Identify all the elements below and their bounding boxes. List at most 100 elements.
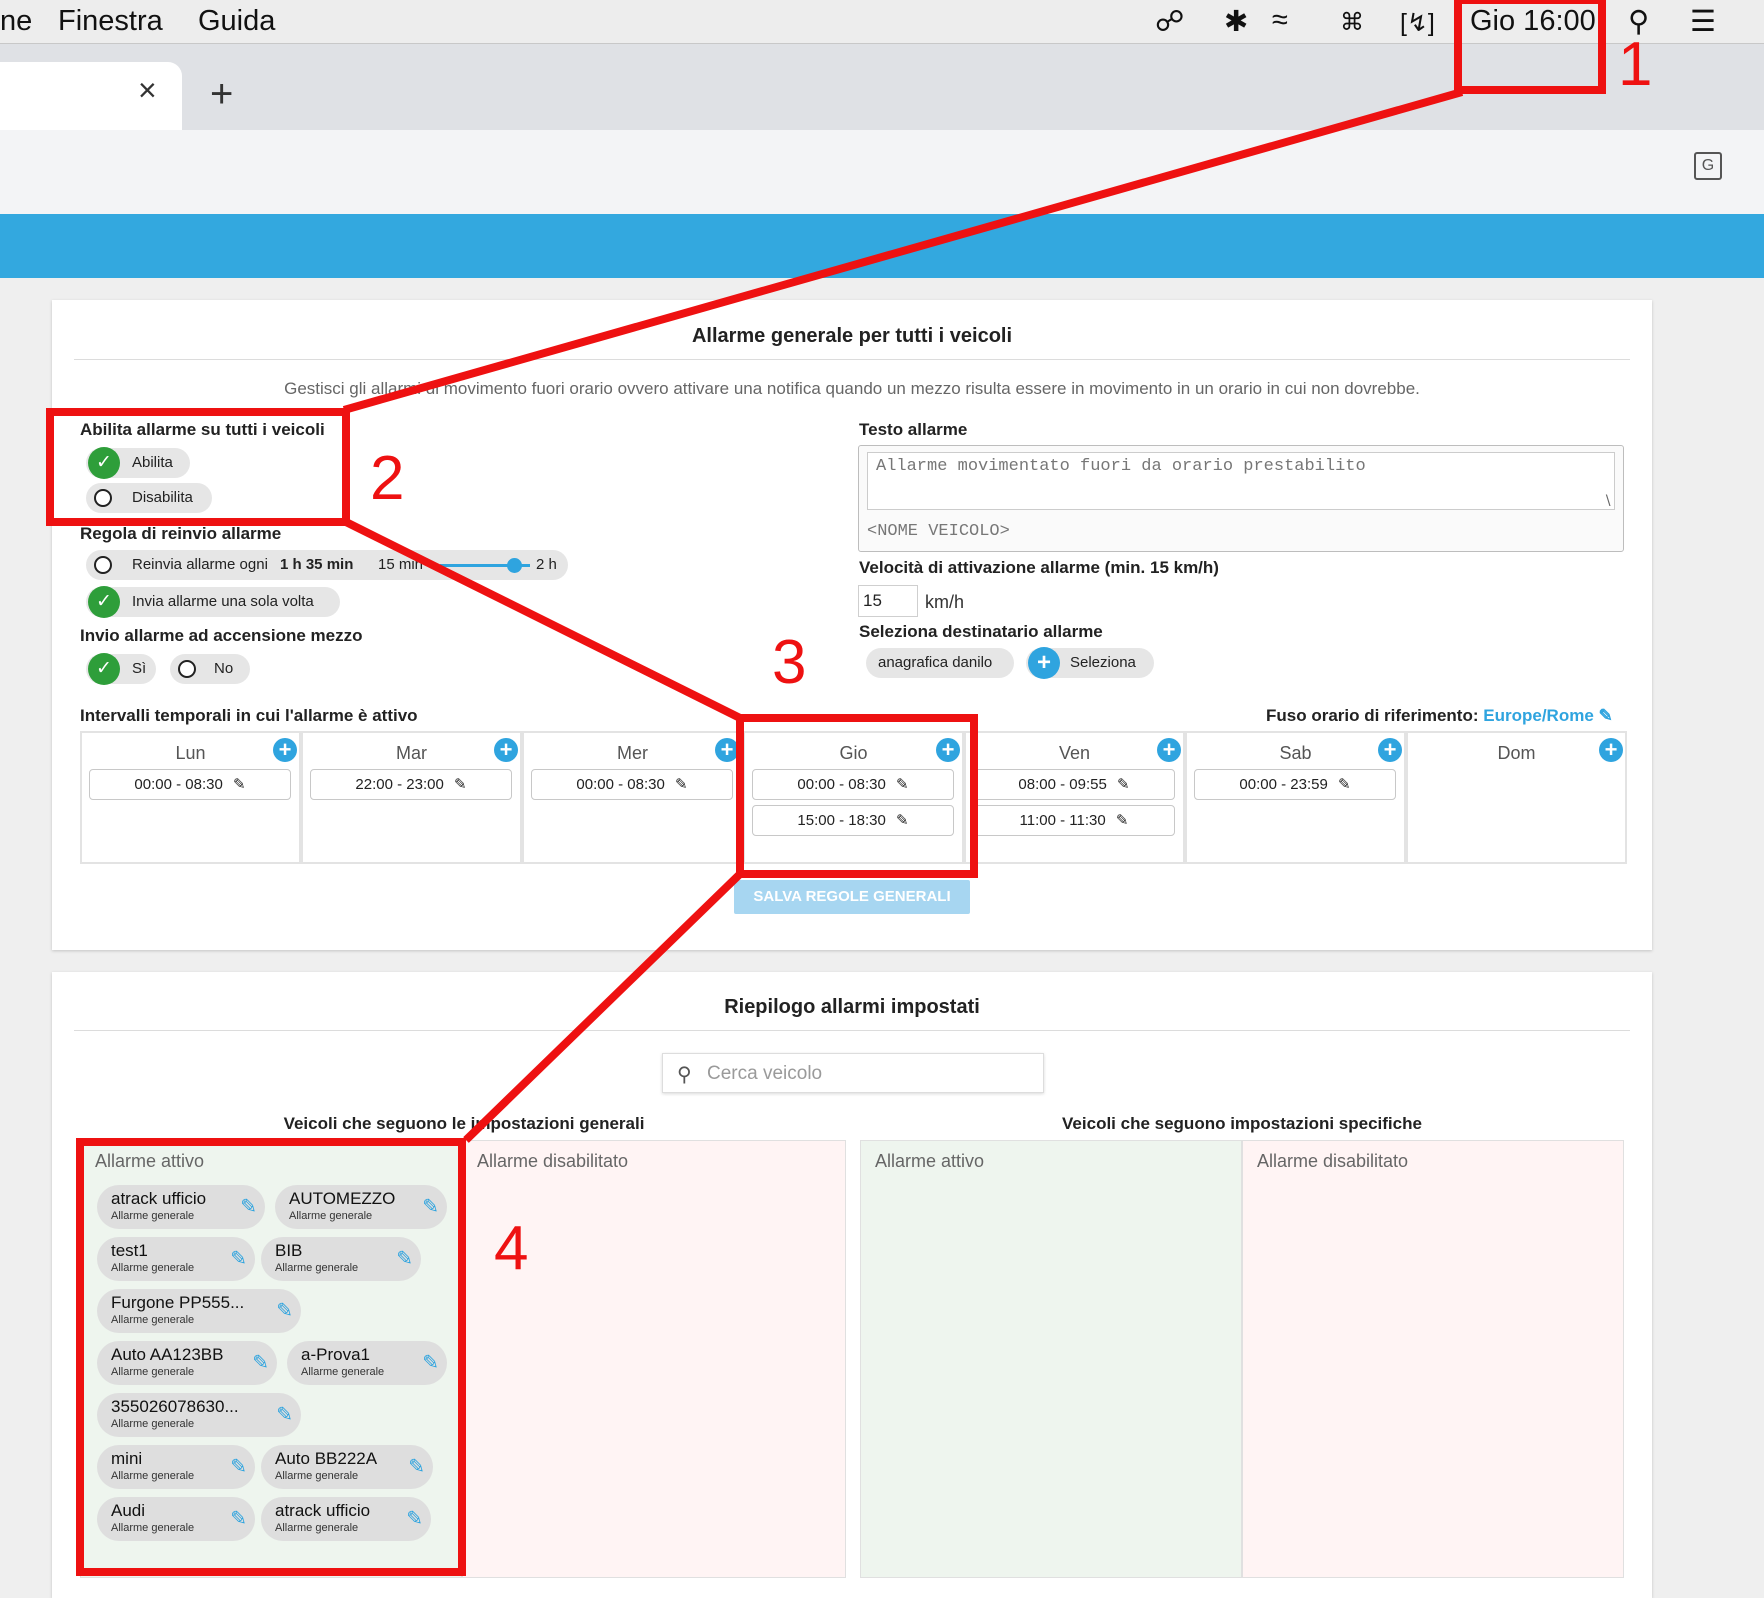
enable-off-option[interactable]: Disabilita [86, 483, 212, 513]
new-tab-button[interactable]: + [210, 72, 233, 117]
vehicle-name: atrack ufficio [111, 1189, 207, 1208]
ignition-no-option[interactable]: No [170, 654, 250, 684]
day-column: Ven +08:00 - 09:55 ✎ 11:00 - 11:30 ✎ [964, 731, 1185, 864]
edit-icon[interactable]: ✎ [230, 1506, 247, 1531]
edit-icon[interactable]: ✎ [240, 1194, 257, 1219]
edit-icon[interactable]: ✎ [1599, 706, 1613, 725]
add-interval-icon[interactable]: + [494, 738, 518, 762]
creative-cloud-icon[interactable]: ☍ [1155, 4, 1184, 39]
vehicle-chip[interactable]: atrack ufficio Allarme generale ✎ [97, 1185, 265, 1229]
interval-time: 15:00 - 18:30 [797, 812, 886, 829]
select-recipient-button[interactable]: + Seleziona [1026, 647, 1154, 679]
wifi-icon[interactable]: ≈ [1272, 4, 1288, 37]
interval-slot[interactable]: 00:00 - 23:59 ✎ [1194, 769, 1396, 800]
interval-slot[interactable]: 00:00 - 08:30 ✎ [531, 769, 733, 800]
interval-slot[interactable]: 11:00 - 11:30 ✎ [973, 805, 1175, 836]
edit-icon[interactable]: ✎ [892, 776, 909, 793]
edit-icon[interactable]: ✎ [276, 1298, 293, 1323]
day-name: Mar [396, 743, 427, 763]
vehicle-chip[interactable]: 355026078630... Allarme generale ✎ [97, 1393, 301, 1437]
resend-every-option[interactable]: Reinvia allarme ogni 1 h 35 min 15 min 2… [86, 550, 568, 580]
edit-icon[interactable]: ✎ [671, 776, 688, 793]
edit-icon[interactable]: ✎ [276, 1402, 293, 1427]
alarm-text-footer: <NOME VEICOLO> [867, 522, 1010, 541]
speed-input[interactable]: 15 [858, 585, 918, 617]
vehicle-chip[interactable]: a-Prova1 Allarme generale ✎ [287, 1341, 447, 1385]
vehicle-chip[interactable]: Auto AA123BB Allarme generale ✎ [97, 1341, 277, 1385]
list-icon[interactable]: ☰ [1690, 4, 1716, 39]
edit-icon[interactable]: ✎ [422, 1194, 439, 1219]
vehicle-search[interactable]: ⚲ [662, 1053, 1044, 1093]
translate-icon[interactable]: G [1694, 152, 1722, 180]
vehicle-chip[interactable]: Audi Allarme generale ✎ [97, 1497, 255, 1541]
menu-item-guida[interactable]: Guida [198, 5, 275, 38]
edit-icon[interactable]: ✎ [230, 1454, 247, 1479]
slider-handle[interactable] [506, 558, 522, 573]
alarm-text-label: Testo allarme [859, 420, 968, 439]
add-interval-icon[interactable]: + [1599, 738, 1623, 762]
panel-title: Allarme disabilitato [1257, 1151, 1409, 1171]
interval-time: 08:00 - 09:55 [1018, 776, 1107, 793]
vehicle-chip[interactable]: AUTOMEZZO Allarme generale ✎ [275, 1185, 447, 1229]
keyboard-icon[interactable]: ⌘ [1340, 8, 1364, 37]
edit-icon[interactable]: ✎ [1334, 776, 1351, 793]
close-icon[interactable]: × [138, 72, 157, 109]
bluetooth-icon[interactable]: ✱ [1224, 4, 1248, 39]
ignition-yes-option[interactable]: ✓ Sì [86, 653, 156, 685]
edit-icon[interactable]: ✎ [1112, 812, 1129, 829]
edit-icon[interactable]: ✎ [408, 1454, 425, 1479]
alarm-text-input[interactable]: Allarme movimentato fuori da orario pres… [867, 452, 1615, 510]
add-interval-icon[interactable]: + [936, 738, 960, 762]
day-column: Mar +22:00 - 23:00 ✎ [301, 731, 522, 864]
clock[interactable]: Gio 16:00 [1470, 5, 1596, 38]
add-interval-icon[interactable]: + [273, 738, 297, 762]
timezone-link[interactable]: Europe/Rome [1483, 706, 1594, 725]
vehicle-rule: Allarme generale [275, 1262, 359, 1274]
battery-icon[interactable]: [↯] [1400, 8, 1435, 38]
vehicle-chip[interactable]: Furgone PP555... Allarme generale ✎ [97, 1289, 301, 1333]
slider-track[interactable] [440, 558, 530, 573]
recipient-label: Seleziona destinatario allarme [859, 622, 1103, 641]
resend-once-option[interactable]: ✓ Invia allarme una sola volta [86, 586, 340, 618]
vehicle-chip[interactable]: BIB Allarme generale ✎ [261, 1237, 421, 1281]
general-title: Allarme generale per tutti i veicoli [691, 325, 1013, 347]
edit-icon[interactable]: ✎ [406, 1506, 423, 1531]
interval-time: 22:00 - 23:00 [355, 776, 444, 793]
vehicle-chip[interactable]: mini Allarme generale ✎ [97, 1445, 255, 1489]
tab-bar: × + [0, 44, 1764, 130]
resize-handle-icon[interactable]: ∖ [1603, 492, 1612, 509]
vehicle-chip[interactable]: atrack ufficio Allarme generale ✎ [261, 1497, 431, 1541]
vehicle-chip[interactable]: test1 Allarme generale ✎ [97, 1237, 255, 1281]
enable-on-option[interactable]: ✓ Abilita [86, 447, 190, 479]
add-interval-icon[interactable]: + [715, 738, 739, 762]
general-active-panel: Allarme attivo atrack ufficio Allarme gen… [80, 1140, 462, 1578]
save-general-button[interactable]: SALVA REGOLE GENERALI [734, 880, 970, 914]
edit-icon[interactable]: ✎ [229, 776, 246, 793]
interval-slot[interactable]: 08:00 - 09:55 ✎ [973, 769, 1175, 800]
radio-icon [178, 660, 196, 678]
edit-icon[interactable]: ✎ [422, 1350, 439, 1375]
vehicle-rule: Allarme generale [111, 1366, 195, 1378]
interval-slot[interactable]: 00:00 - 08:30 ✎ [752, 769, 954, 800]
menu-item-finestra[interactable]: Finestra [58, 5, 163, 38]
vehicle-chip[interactable]: Auto BB222A Allarme generale ✎ [261, 1445, 433, 1489]
interval-slot[interactable]: 22:00 - 23:00 ✎ [310, 769, 512, 800]
day-column: Dom + [1406, 731, 1627, 864]
speed-unit: km/h [925, 592, 965, 612]
menu-item-app[interactable]: ne [0, 5, 32, 38]
vehicle-name: 355026078630... [111, 1397, 239, 1416]
interval-slot[interactable]: 15:00 - 18:30 ✎ [752, 805, 954, 836]
browser-tab[interactable]: × [0, 62, 182, 130]
recipient-chip[interactable]: anagrafica danilo [866, 648, 1014, 678]
add-interval-icon[interactable]: + [1157, 738, 1181, 762]
app-header [0, 214, 1764, 278]
edit-icon[interactable]: ✎ [252, 1350, 269, 1375]
edit-icon[interactable]: ✎ [892, 812, 909, 829]
add-interval-icon[interactable]: + [1378, 738, 1402, 762]
interval-slot[interactable]: 00:00 - 08:30 ✎ [89, 769, 291, 800]
search-input[interactable] [705, 1060, 1035, 1088]
edit-icon[interactable]: ✎ [1113, 776, 1130, 793]
edit-icon[interactable]: ✎ [450, 776, 467, 793]
edit-icon[interactable]: ✎ [396, 1246, 413, 1271]
edit-icon[interactable]: ✎ [230, 1246, 247, 1271]
